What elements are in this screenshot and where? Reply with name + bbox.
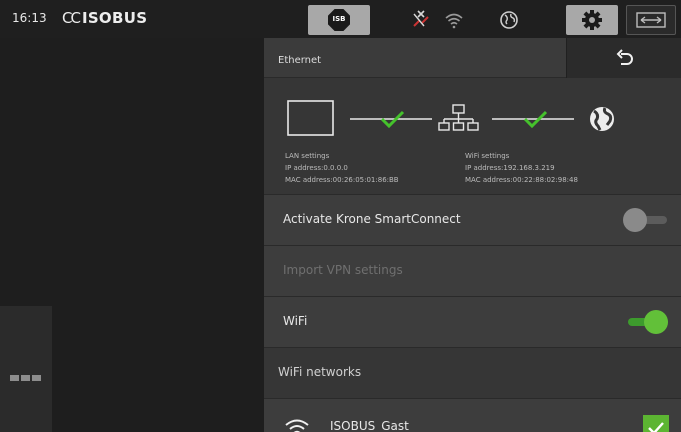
globe-icon [590, 107, 614, 131]
monitor-icon [287, 100, 334, 136]
network-tree-icon [438, 104, 479, 131]
globe-status-icon[interactable] [496, 8, 522, 32]
smartconnect-toggle[interactable] [623, 208, 667, 232]
clock: 16:13 [12, 11, 47, 25]
lan-heading: LAN settings [285, 152, 330, 160]
wifi-ip: IP address:192.168.3.219 [465, 164, 555, 172]
brand-prefix: CC [62, 9, 81, 27]
wifi-mac: MAC address:00:22:88:02:98:48 [465, 176, 578, 184]
import-vpn-label: Import VPN settings [283, 263, 403, 277]
disconnected-icon [413, 10, 463, 29]
wifi-label: WiFi [283, 314, 308, 328]
settings-button[interactable] [566, 5, 618, 35]
lan-settings-info: LAN settings IP address:0.0.0.0 MAC addr… [285, 150, 399, 186]
connected-check-icon[interactable] [643, 415, 669, 432]
return-arrow-icon [616, 49, 633, 65]
switch-screen-button[interactable] [626, 5, 676, 35]
back-button[interactable] [566, 38, 681, 78]
wifi-row[interactable]: WiFi [264, 296, 681, 347]
swap-screen-icon [636, 12, 666, 28]
brand-logo: CC ISOBUS [62, 9, 147, 27]
wifi-networks-label: WiFi networks [278, 365, 362, 379]
network-list-item[interactable]: ISOBUS_Gast [264, 398, 681, 432]
wifi-heading: WiFi settings [465, 152, 510, 160]
menu-dots-icon[interactable] [10, 366, 44, 381]
network-status[interactable] [402, 8, 482, 32]
isb-label: ISB [332, 15, 346, 23]
smartconnect-label: Activate Krone SmartConnect [283, 212, 461, 226]
lan-mac: MAC address:00:26:05:01:86:BB [285, 176, 399, 184]
network-ssid: ISOBUS_Gast [330, 419, 409, 432]
wifi-settings-info: WiFi settings IP address:192.168.3.219 M… [465, 150, 578, 186]
gear-icon [582, 10, 602, 30]
wifi-status-icon [445, 13, 463, 29]
lan-ip: IP address:0.0.0.0 [285, 164, 348, 172]
import-vpn-row[interactable]: Import VPN settings [264, 245, 681, 296]
smartconnect-row[interactable]: Activate Krone SmartConnect [264, 194, 681, 245]
panel-title: Ethernet [278, 55, 322, 66]
isb-stop-icon: ISB [328, 9, 350, 31]
wifi-networks-header: WiFi networks [264, 347, 681, 398]
wifi-icon [285, 419, 309, 432]
wifi-toggle[interactable] [624, 310, 668, 334]
brand-name: ISOBUS [81, 9, 148, 27]
isb-button[interactable]: ISB [308, 5, 370, 35]
